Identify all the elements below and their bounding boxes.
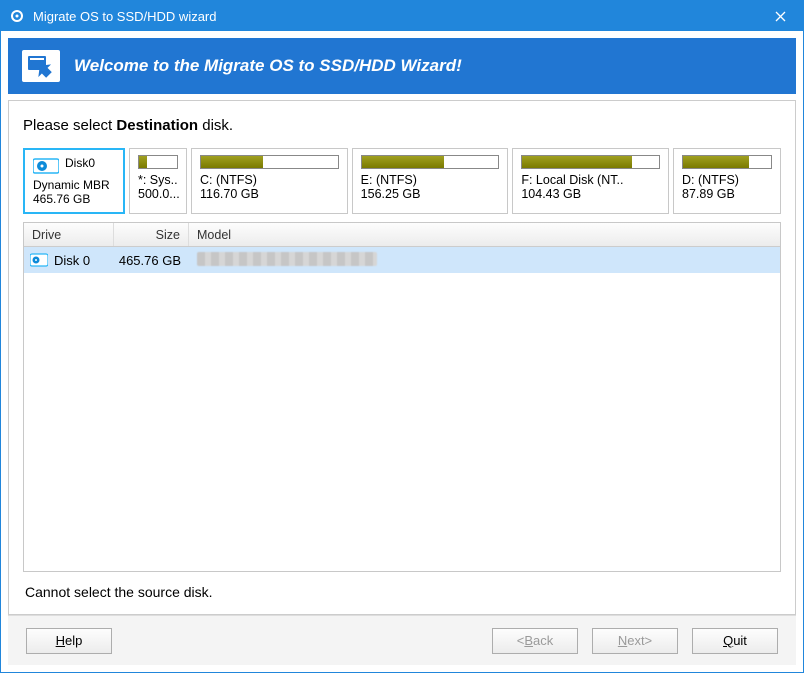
blurred-model-text — [197, 252, 377, 266]
volume-card[interactable]: F: Local Disk (NT.. 104.43 GB — [512, 148, 669, 214]
content-area: Please select Destination disk. Disk0 Dy… — [8, 100, 796, 615]
disk-size: 465.76 GB — [33, 192, 115, 206]
disk-type: Dynamic MBR — [33, 178, 115, 192]
volume-size: 104.43 GB — [521, 187, 660, 201]
disk-icon — [33, 156, 59, 176]
col-drive[interactable]: Drive — [24, 223, 114, 246]
volume-card[interactable]: D: (NTFS) 87.89 GB — [673, 148, 781, 214]
col-model[interactable]: Model — [189, 223, 780, 246]
volume-label: F: Local Disk (NT.. — [521, 173, 660, 187]
usage-fill — [139, 156, 147, 168]
window-title: Migrate OS to SSD/HDD wizard — [33, 9, 758, 24]
usage-fill — [201, 156, 263, 168]
col-size[interactable]: Size — [114, 223, 189, 246]
volume-card[interactable]: *: Sys.. 500.0... — [129, 148, 187, 214]
disk-layout-row: Disk0 Dynamic MBR 465.76 GB *: Sys.. 500… — [23, 148, 781, 214]
volume-card[interactable]: C: (NTFS) 116.70 GB — [191, 148, 348, 214]
window-body: Welcome to the Migrate OS to SSD/HDD Wiz… — [1, 31, 803, 672]
table-body: Disk 0 465.76 GB — [24, 247, 780, 571]
table-header: Drive Size Model — [24, 223, 780, 247]
footer: Help <Back Next> Quit — [8, 615, 796, 665]
disk-card[interactable]: Disk0 Dynamic MBR 465.76 GB — [23, 148, 125, 214]
usage-fill — [362, 156, 444, 168]
wizard-banner: Welcome to the Migrate OS to SSD/HDD Wiz… — [8, 38, 796, 94]
disk-name: Disk0 — [65, 156, 95, 170]
usage-fill — [683, 156, 749, 168]
volume-size: 500.0... — [138, 187, 178, 201]
banner-text: Welcome to the Migrate OS to SSD/HDD Wiz… — [74, 56, 462, 76]
row-model — [189, 252, 780, 269]
volume-label: C: (NTFS) — [200, 173, 339, 187]
volume-size: 156.25 GB — [361, 187, 500, 201]
table-row[interactable]: Disk 0 465.76 GB — [24, 247, 780, 273]
help-button[interactable]: Help — [26, 628, 112, 654]
volume-label: *: Sys.. — [138, 173, 178, 187]
prompt-text: Please select Destination disk. — [23, 117, 781, 134]
volume-label: E: (NTFS) — [361, 173, 500, 187]
next-button: Next> — [592, 628, 678, 654]
volume-size: 87.89 GB — [682, 187, 772, 201]
close-button[interactable] — [758, 1, 803, 31]
note-text: Cannot select the source disk. — [23, 572, 781, 604]
back-button: <Back — [492, 628, 578, 654]
usage-fill — [522, 156, 631, 168]
app-icon — [9, 8, 25, 24]
volume-size: 116.70 GB — [200, 187, 339, 201]
row-disk-icon — [30, 253, 48, 267]
quit-button[interactable]: Quit — [692, 628, 778, 654]
wizard-window: Migrate OS to SSD/HDD wizard Welcome to … — [0, 0, 804, 673]
row-size: 465.76 GB — [114, 253, 189, 268]
disk-table: Drive Size Model Disk 0 465.76 GB — [23, 222, 781, 572]
wizard-icon — [22, 50, 60, 82]
row-drive: Disk 0 — [54, 253, 90, 268]
volume-label: D: (NTFS) — [682, 173, 772, 187]
volume-card[interactable]: E: (NTFS) 156.25 GB — [352, 148, 509, 214]
titlebar: Migrate OS to SSD/HDD wizard — [1, 1, 803, 31]
